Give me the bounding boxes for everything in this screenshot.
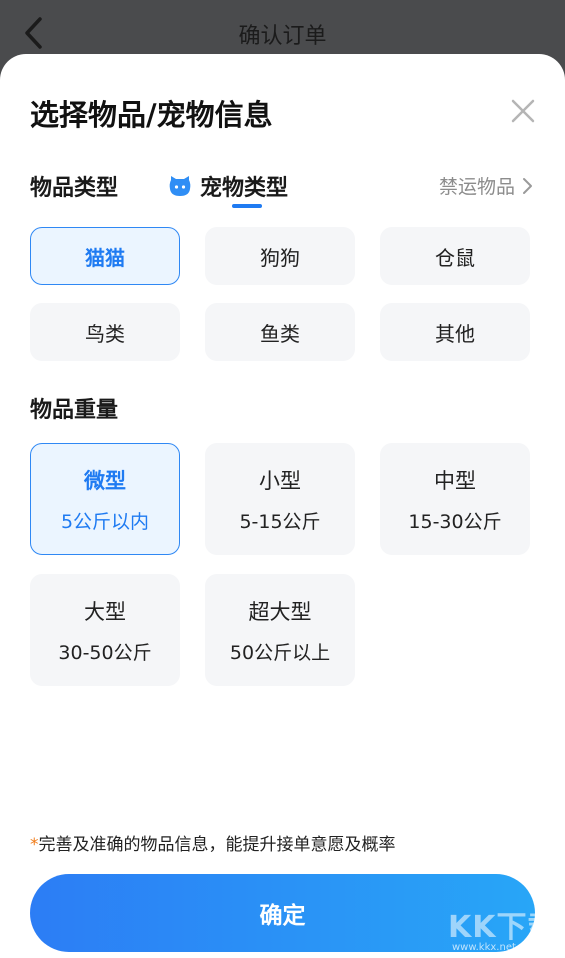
weight-option-range: 30-50公斤 — [58, 641, 152, 664]
pet-option-other[interactable]: 其他 — [380, 303, 530, 361]
banned-items-label: 禁运物品 — [438, 176, 515, 198]
weight-option-large[interactable]: 大型 30-50公斤 — [30, 574, 180, 686]
chevron-right-icon — [523, 177, 532, 194]
weight-option-range: 5公斤以内 — [60, 510, 150, 533]
pet-option-label: 其他 — [435, 321, 475, 346]
close-icon — [511, 99, 535, 123]
pet-option-label: 猫猫 — [85, 245, 125, 270]
required-star: * — [30, 835, 39, 855]
banned-items-link[interactable]: 禁运物品 — [439, 172, 533, 199]
pet-option-hamster[interactable]: 仓鼠 — [380, 227, 530, 285]
pet-option-bird[interactable]: 鸟类 — [30, 303, 180, 361]
close-button[interactable] — [510, 98, 536, 124]
tab-active-indicator — [232, 204, 262, 208]
pet-option-label: 鸟类 — [85, 321, 125, 346]
weight-option-medium[interactable]: 中型 15-30公斤 — [380, 443, 530, 555]
pet-option-label: 鱼类 — [260, 321, 300, 346]
tab-pet-type[interactable]: 宠物类型 — [168, 170, 288, 202]
weight-option-range: 5-15公斤 — [239, 510, 321, 533]
confirm-button-label: 确定 — [259, 903, 306, 929]
weight-section-title: 物品重量 — [30, 398, 119, 423]
sheet-title: 选择物品/宠物信息 — [30, 98, 273, 132]
tab-pet-type-label: 宠物类型 — [200, 176, 289, 201]
info-hint: *完善及准确的物品信息，能提升接单意愿及概率 — [30, 830, 396, 855]
weight-option-mini[interactable]: 微型 5公斤以内 — [30, 443, 180, 555]
pet-option-label: 仓鼠 — [435, 245, 475, 270]
weight-option-name: 小型 — [259, 468, 301, 493]
item-info-sheet: 选择物品/宠物信息 物品类型 宠物类型 禁运物品 猫猫 狗狗 仓鼠 鸟类 鱼类 … — [0, 54, 565, 958]
watermark-url: www.kkx.net — [452, 942, 516, 953]
watermark-logo: KK下载 — [448, 910, 559, 945]
pet-option-dog[interactable]: 狗狗 — [205, 227, 355, 285]
page-title: 确认订单 — [238, 24, 327, 49]
pet-option-fish[interactable]: 鱼类 — [205, 303, 355, 361]
cat-icon — [169, 176, 191, 196]
tab-item-type[interactable]: 物品类型 — [30, 170, 118, 202]
weight-option-range: 50公斤以上 — [229, 641, 331, 664]
pet-option-cat[interactable]: 猫猫 — [30, 227, 180, 285]
weight-option-name: 微型 — [84, 468, 126, 493]
weight-option-xlarge[interactable]: 超大型 50公斤以上 — [205, 574, 355, 686]
weight-option-range: 15-30公斤 — [408, 510, 502, 533]
weight-option-name: 大型 — [84, 599, 126, 624]
pet-option-label: 狗狗 — [260, 245, 300, 270]
info-hint-text: 完善及准确的物品信息，能提升接单意愿及概率 — [38, 835, 396, 855]
tab-item-type-label: 物品类型 — [30, 176, 119, 201]
weight-option-name: 超大型 — [248, 599, 312, 624]
weight-option-small[interactable]: 小型 5-15公斤 — [205, 443, 355, 555]
weight-option-name: 中型 — [434, 468, 476, 493]
